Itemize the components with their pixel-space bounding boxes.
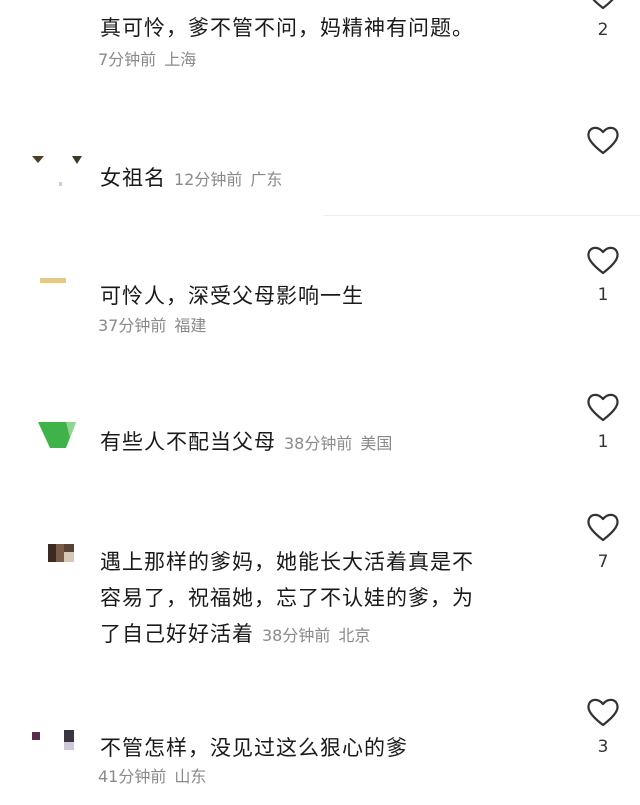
comment-body-line: 遇上那样的爹妈，她能长大活着真是不 [100,550,474,574]
comment-body: 不管怎样，没见过这么狠心的爹 [100,736,408,760]
heart-outline-icon [587,513,619,542]
avatar[interactable] [28,272,88,316]
comment-meta: 41分钟前 山东 [98,767,206,787]
heart-outline-icon [587,126,619,155]
heart-outline-icon [587,393,619,422]
avatar-image [32,156,82,186]
comment-text: 遇上那样的爹妈，她能长大活着真是不 容易了，祝福她，忘了不认娃的爹，为 了自己好… [100,544,540,654]
comment-time: 38分钟前 [262,626,331,645]
comment-meta: 38分钟前 美国 [276,434,392,453]
comment-time: 37分钟前 [98,316,167,335]
like-count: 7 [597,552,609,572]
divider [324,215,640,216]
comment-time: 41分钟前 [98,767,167,786]
like-count: 2 [597,20,609,40]
comment-time: 12分钟前 [174,170,243,189]
comment-text: 有些人不配当父母 38分钟前 美国 [100,424,540,462]
avatar[interactable] [28,418,88,462]
avatar-image [32,730,74,750]
comment-location: 美国 [360,434,393,453]
like-button[interactable]: 1 [584,245,622,305]
avatar[interactable] [28,540,88,584]
heart-outline-icon [587,246,619,275]
comment-location: 广东 [250,170,283,189]
like-count: 1 [597,432,609,452]
comment-meta: 37分钟前 福建 [98,316,206,336]
avatar[interactable] [28,726,88,770]
comment-meta: 38分钟前 北京 [254,626,370,645]
like-button[interactable]: 3 [584,697,622,757]
avatar-image [40,278,66,283]
like-button[interactable]: 7 [584,512,622,572]
comment-text: 真可怜，爹不管不问，妈精神有问题。 [100,10,540,46]
comment-body-line: 容易了，祝福她，忘了不认娃的爹，为 [100,586,474,610]
comment-text: 可怜人，深受父母影响一生 [100,278,540,314]
like-count: 1 [597,285,609,305]
comment-body: 女祖名 [100,166,166,190]
comment-text: 不管怎样，没见过这么狠心的爹 [100,730,540,766]
avatar[interactable] [28,150,88,194]
like-button[interactable]: 1 [584,392,622,452]
comment-meta: 12分钟前 广东 [166,170,282,189]
comment-body: 可怜人，深受父母影响一生 [100,284,364,308]
comment-body: 有些人不配当父母 [100,430,276,454]
comment-location: 北京 [338,626,371,645]
comment-body-line: 了自己好好活着 [100,622,254,646]
comment-body: 真可怜，爹不管不问，妈精神有问题。 [100,16,474,40]
like-count: 3 [597,737,609,757]
avatar-image [48,544,74,562]
heart-outline-icon [587,698,619,727]
comment-time: 38分钟前 [284,434,353,453]
comment-location: 福建 [174,316,207,335]
like-button[interactable]: 2 [584,0,622,40]
like-button[interactable] [584,125,622,155]
avatar-image [38,422,76,448]
comment-meta: 7分钟前 上海 [98,50,196,70]
comment-time: 7分钟前 [98,50,157,69]
comment-location: 上海 [164,50,197,69]
comment-location: 山东 [174,767,207,786]
heart-outline-icon [592,0,614,10]
comment-text: 女祖名 12分钟前 广东 [100,160,540,198]
